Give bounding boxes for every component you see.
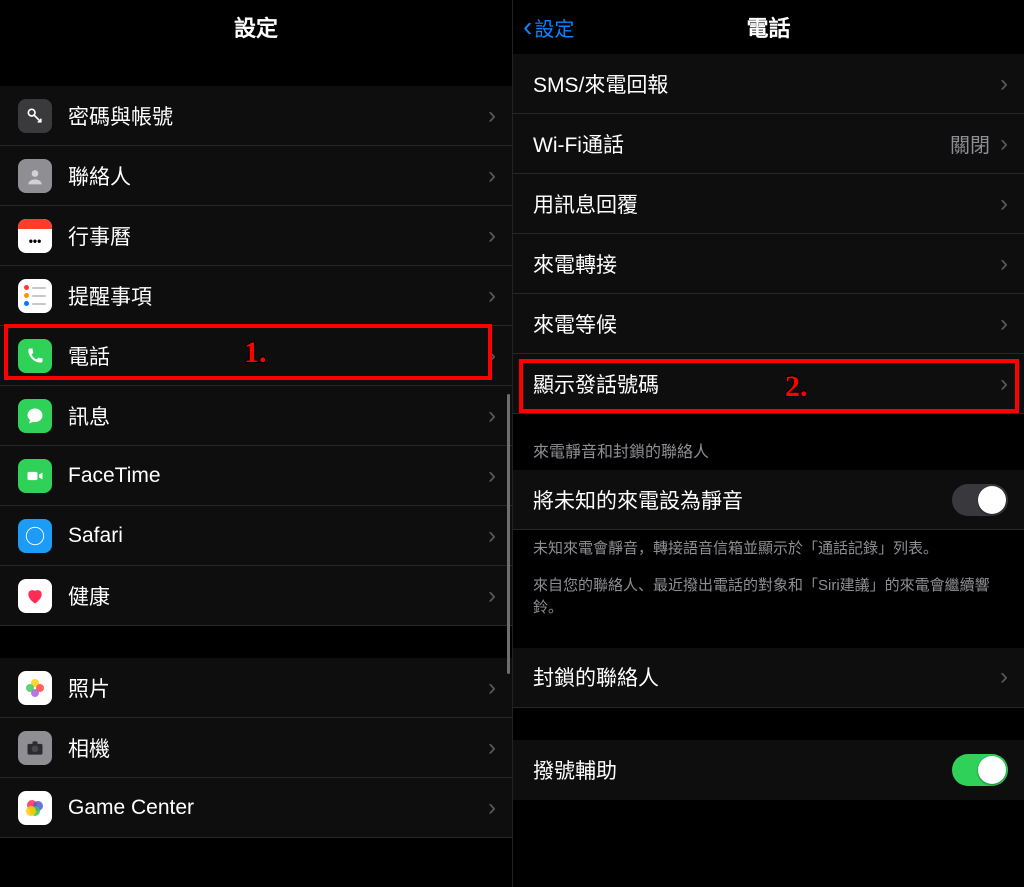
chevron-right-icon: › — [488, 404, 496, 428]
phone-navbar: ‹ 設定 電話 — [513, 0, 1024, 54]
row-label: 將未知的來電設為靜音 — [533, 485, 952, 515]
settings-row-camera[interactable]: 相機 › — [0, 718, 512, 778]
phone-row-call-forward[interactable]: 來電轉接 › — [513, 234, 1024, 294]
phone-panel: ‹ 設定 電話 SMS/來電回報 › Wi-Fi通話 關閉 › 用訊息回覆 › … — [512, 0, 1024, 887]
row-label: FaceTime — [68, 464, 488, 488]
row-label: 封鎖的聯絡人 — [533, 662, 1000, 692]
row-label: 健康 — [68, 581, 488, 611]
phone-row-blocked[interactable]: 封鎖的聯絡人 › — [513, 648, 1024, 708]
contacts-icon — [18, 159, 52, 193]
camera-icon — [18, 731, 52, 765]
chevron-right-icon: › — [1000, 192, 1008, 216]
phone-row-respond-text[interactable]: 用訊息回覆 › — [513, 174, 1024, 234]
scrollbar-thumb[interactable] — [507, 394, 510, 674]
chevron-right-icon: › — [488, 344, 496, 368]
phone-title: 電話 — [746, 11, 790, 43]
chevron-right-icon: › — [1000, 252, 1008, 276]
row-value: 關閉 — [950, 129, 990, 158]
health-icon — [18, 579, 52, 613]
nav-back-label: 設定 — [534, 13, 574, 42]
row-label: SMS/來電回報 — [533, 69, 1000, 99]
phone-scroll[interactable]: SMS/來電回報 › Wi-Fi通話 關閉 › 用訊息回覆 › 來電轉接 › 來… — [513, 54, 1024, 887]
row-label: 行事曆 — [68, 221, 488, 251]
chevron-right-icon: › — [488, 736, 496, 760]
settings-row-facetime[interactable]: FaceTime › — [0, 446, 512, 506]
calendar-icon: ••• — [18, 219, 52, 253]
chevron-right-icon: › — [488, 676, 496, 700]
chevron-right-icon: › — [1000, 372, 1008, 396]
chevron-right-icon: › — [488, 284, 496, 308]
settings-row-contacts[interactable]: 聯絡人 › — [0, 146, 512, 206]
row-label: 密碼與帳號 — [68, 101, 488, 131]
settings-row-gamecenter[interactable]: Game Center › — [0, 778, 512, 838]
settings-title: 設定 — [234, 11, 278, 43]
phone-row-wifi-calling[interactable]: Wi-Fi通話 關閉 › — [513, 114, 1024, 174]
row-label: 電話 — [68, 341, 488, 371]
chevron-right-icon: › — [488, 164, 496, 188]
row-label: 顯示發話號碼 — [533, 369, 1000, 399]
row-label: 聯絡人 — [68, 161, 488, 191]
chevron-right-icon: › — [488, 224, 496, 248]
phone-row-sms-callback[interactable]: SMS/來電回報 › — [513, 54, 1024, 114]
chevron-right-icon: › — [488, 584, 496, 608]
row-label: 照片 — [68, 673, 488, 703]
chevron-right-icon: › — [1000, 312, 1008, 336]
annotation-number-2: 2. — [785, 370, 808, 404]
settings-row-reminders[interactable]: 提醒事項 › — [0, 266, 512, 326]
settings-row-safari[interactable]: Safari › — [0, 506, 512, 566]
facetime-icon — [18, 459, 52, 493]
row-label: Wi-Fi通話 — [533, 129, 950, 159]
chevron-right-icon: › — [1000, 132, 1008, 156]
chevron-right-icon: › — [488, 464, 496, 488]
settings-scroll[interactable]: 密碼與帳號 › 聯絡人 › ••• 行事曆 › — [0, 54, 512, 887]
row-label: 用訊息回覆 — [533, 189, 1000, 219]
phone-row-call-waiting[interactable]: 來電等候 › — [513, 294, 1024, 354]
settings-row-calendar[interactable]: ••• 行事曆 › — [0, 206, 512, 266]
row-label: 訊息 — [68, 401, 488, 431]
settings-row-messages[interactable]: 訊息 › — [0, 386, 512, 446]
reminders-icon — [18, 279, 52, 313]
phone-icon — [18, 339, 52, 373]
chevron-right-icon: › — [1000, 72, 1008, 96]
chevron-right-icon: › — [488, 524, 496, 548]
settings-row-photos[interactable]: 照片 › — [0, 658, 512, 718]
section-header-silence: 來電靜音和封鎖的聯絡人 — [513, 414, 1024, 470]
settings-row-passwords[interactable]: 密碼與帳號 › — [0, 86, 512, 146]
row-label: 來電等候 — [533, 309, 1000, 339]
messages-icon — [18, 399, 52, 433]
annotation-number-1: 1. — [244, 336, 267, 370]
silence-unknown-toggle[interactable] — [952, 484, 1008, 516]
phone-row-silence-unknown[interactable]: 將未知的來電設為靜音 — [513, 470, 1024, 530]
row-label: Safari — [68, 524, 488, 548]
key-icon — [18, 99, 52, 133]
safari-icon — [18, 519, 52, 553]
phone-row-show-caller-id[interactable]: 顯示發話號碼 › — [513, 354, 1024, 414]
chevron-right-icon: › — [1000, 665, 1008, 689]
chevron-left-icon: ‹ — [523, 13, 532, 41]
row-label: 提醒事項 — [68, 281, 488, 311]
nav-back-button[interactable]: ‹ 設定 — [523, 0, 574, 54]
row-label: 來電轉接 — [533, 249, 1000, 279]
section-footer-2: 來自您的聯絡人、最近撥出電話的對象和「Siri建議」的來電會繼續響鈴。 — [513, 567, 1024, 626]
row-label: Game Center — [68, 796, 488, 820]
photos-icon — [18, 671, 52, 705]
dial-assist-toggle[interactable] — [952, 754, 1008, 786]
section-footer-1: 未知來電會靜音，轉接語音信箱並顯示於「通話記錄」列表。 — [513, 530, 1024, 567]
row-label: 撥號輔助 — [533, 755, 952, 785]
gamecenter-icon — [18, 791, 52, 825]
chevron-right-icon: › — [488, 796, 496, 820]
chevron-right-icon: › — [488, 104, 496, 128]
settings-navbar: 設定 — [0, 0, 512, 54]
row-label: 相機 — [68, 733, 488, 763]
settings-panel: 設定 密碼與帳號 › 聯絡人 › — [0, 0, 512, 887]
phone-row-dial-assist[interactable]: 撥號輔助 — [513, 740, 1024, 800]
settings-row-health[interactable]: 健康 › — [0, 566, 512, 626]
